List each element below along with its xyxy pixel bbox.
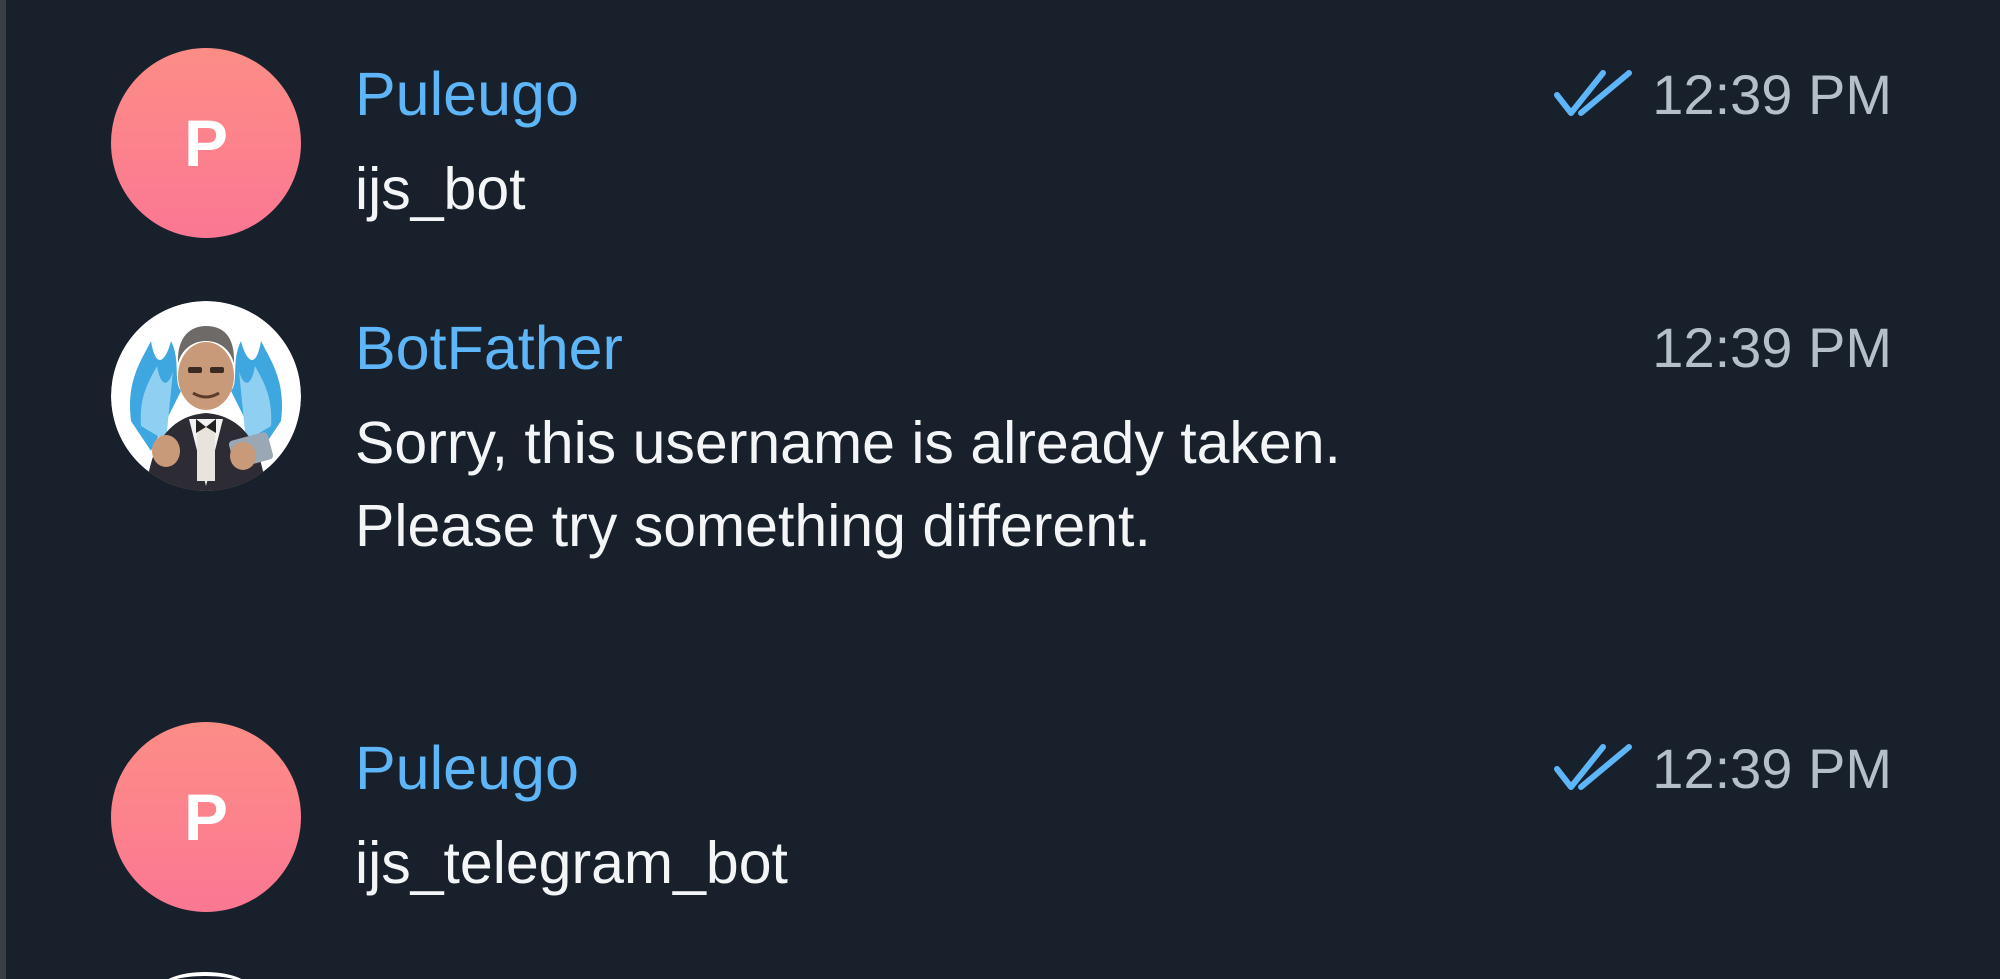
sender-name[interactable]: Puleugo [355, 64, 579, 125]
message-text: Sorry, this username is already taken. P… [355, 410, 1341, 559]
avatar[interactable]: P [111, 48, 301, 238]
avatar[interactable]: P [111, 722, 301, 912]
message-text: ijs_telegram_bot [355, 830, 788, 896]
chat-message-list[interactable]: P Puleugo 12:39 PM ijs_bot BotFather 12:… [0, 0, 2000, 979]
sender-name[interactable]: Puleugo [355, 738, 579, 799]
avatar-letter: P [183, 106, 229, 180]
double-check-icon [1554, 69, 1633, 121]
avatar-letter: P [183, 780, 229, 854]
sender-name[interactable]: BotFather [355, 318, 623, 379]
message-text: ijs_bot [355, 156, 526, 222]
botfather-avatar[interactable] [111, 301, 301, 491]
message-meta: 12:39 PM [1554, 67, 1892, 123]
message-meta: 12:39 PM [1652, 320, 1892, 376]
message-time: 12:39 PM [1652, 63, 1892, 126]
message-meta: 12:39 PM [1554, 741, 1892, 797]
next-avatar-partial [160, 972, 250, 979]
message-time: 12:39 PM [1652, 316, 1892, 379]
message-time: 12:39 PM [1652, 737, 1892, 800]
pane-divider [0, 0, 6, 979]
double-check-icon [1554, 743, 1633, 795]
